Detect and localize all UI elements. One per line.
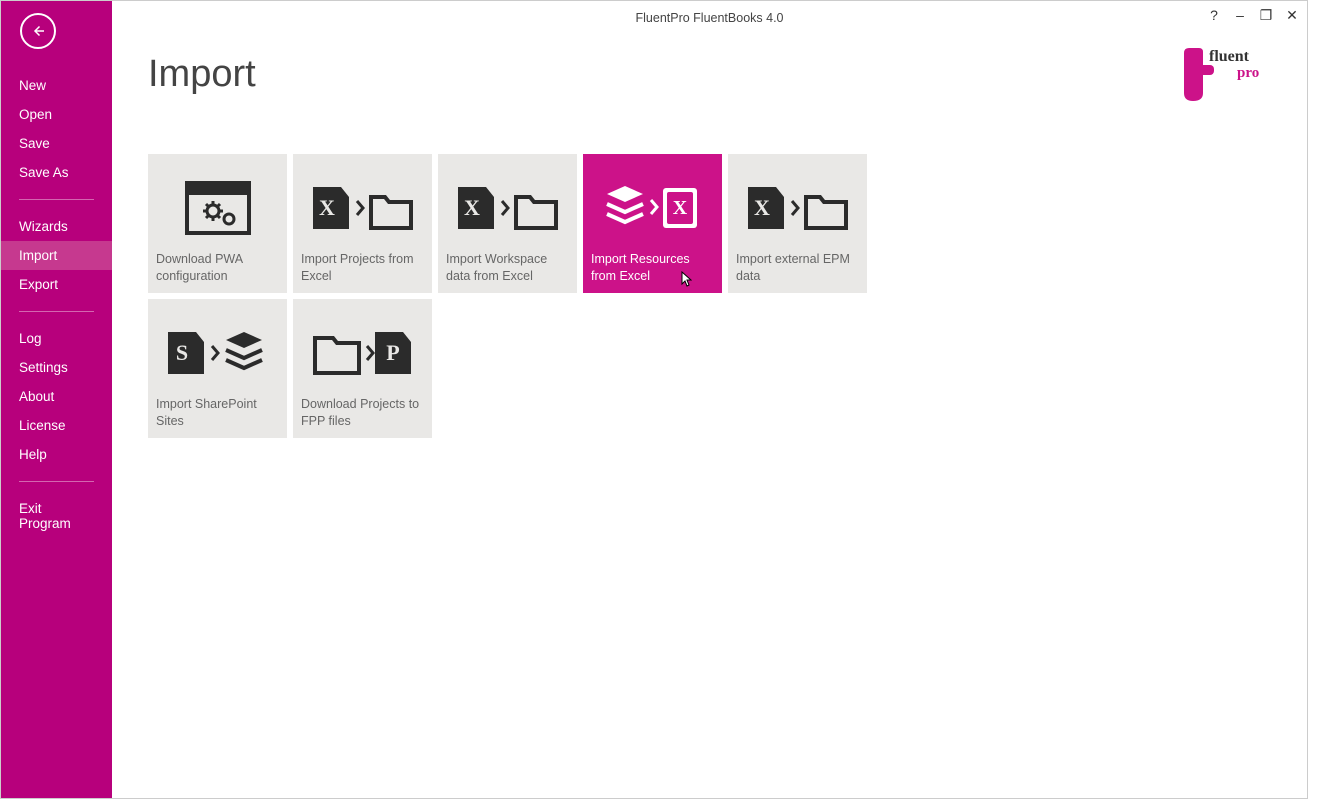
sidebar-item-settings[interactable]: Settings — [1, 353, 112, 382]
sharepoint-stack-icon: S — [156, 309, 279, 396]
sidebar-item-export[interactable]: Export — [1, 270, 112, 299]
tile-label: Download Projects to FPP files — [301, 396, 424, 430]
tile-label: Import Projects from Excel — [301, 251, 424, 285]
sidebar: NewOpenSaveSave As WizardsImportExport Log… — [1, 1, 112, 798]
svg-text:S: S — [175, 340, 187, 365]
excel-folder-icon: X — [301, 164, 424, 251]
window-controls: ? – ❐ ✕ — [1207, 7, 1299, 24]
sidebar-item-log[interactable]: Log — [1, 324, 112, 353]
arrow-left-icon — [29, 22, 47, 40]
tile-download-pwa-configuration[interactable]: Download PWA configuration — [148, 154, 287, 293]
sidebar-item-exit-program[interactable]: Exit Program — [1, 494, 112, 538]
tile-import-sharepoint-sites[interactable]: S Import SharePoint Sites — [148, 299, 287, 438]
titlebar: FluentPro FluentBooks 4.0 ? – ❐ ✕ — [112, 1, 1307, 35]
tile-import-workspace-data-from-excel[interactable]: X Import Workspace data from Excel — [438, 154, 577, 293]
folder-p-icon: P — [301, 309, 424, 396]
sidebar-item-about[interactable]: About — [1, 382, 112, 411]
svg-text:X: X — [464, 195, 480, 220]
sidebar-separator — [19, 311, 94, 312]
tile-label: Download PWA configuration — [156, 251, 279, 285]
sidebar-item-save[interactable]: Save — [1, 129, 112, 158]
sidebar-item-import[interactable]: Import — [1, 241, 112, 270]
logo-text-top: fluent — [1209, 48, 1250, 65]
sidebar-item-save-as[interactable]: Save As — [1, 158, 112, 187]
app-window: NewOpenSaveSave AsWizardsImportExportLog… — [0, 0, 1308, 799]
sidebar-item-wizards[interactable]: Wizards — [1, 212, 112, 241]
close-button[interactable]: ✕ — [1285, 7, 1299, 24]
logo-text-bottom: pro — [1237, 65, 1259, 81]
tile-import-projects-from-excel[interactable]: X Import Projects from Excel — [293, 154, 432, 293]
stack-excel-icon: X — [591, 164, 714, 251]
minimize-button[interactable]: – — [1233, 7, 1247, 24]
pwa-config-icon — [156, 164, 279, 251]
tile-label: Import SharePoint Sites — [156, 396, 279, 430]
tile-download-projects-to-fpp-files[interactable]: P Download Projects to FPP files — [293, 299, 432, 438]
svg-text:X: X — [319, 195, 335, 220]
excel-folder-icon: X — [736, 164, 859, 251]
svg-text:P: P — [386, 340, 399, 365]
sidebar-separator — [19, 481, 94, 482]
page-title: Import — [148, 53, 1307, 96]
tile-grid: Download PWA configuration X Import Proj… — [148, 154, 888, 438]
sidebar-item-help[interactable]: Help — [1, 440, 112, 469]
main-area: FluentPro FluentBooks 4.0 ? – ❐ ✕ Import… — [112, 1, 1307, 798]
tile-label: Import Workspace data from Excel — [446, 251, 569, 285]
tile-import-resources-from-excel[interactable]: X Import Resources from Excel — [583, 154, 722, 293]
maximize-button[interactable]: ❐ — [1259, 7, 1273, 24]
help-button[interactable]: ? — [1207, 7, 1221, 24]
app-title: FluentPro FluentBooks 4.0 — [636, 11, 784, 25]
tile-label: Import Resources from Excel — [591, 251, 714, 285]
excel-folder-icon: X — [446, 164, 569, 251]
tile-label: Import external EPM data — [736, 251, 859, 285]
sidebar-separator — [19, 199, 94, 200]
sidebar-item-license[interactable]: License — [1, 411, 112, 440]
svg-text:X: X — [754, 195, 770, 220]
svg-text:X: X — [672, 197, 687, 219]
tile-import-external-epm-data[interactable]: X Import external EPM data — [728, 154, 867, 293]
sidebar-item-open[interactable]: Open — [1, 100, 112, 129]
sidebar-item-new[interactable]: New — [1, 71, 112, 100]
back-button[interactable] — [20, 13, 56, 49]
brand-logo: fluent pro — [1179, 43, 1279, 103]
